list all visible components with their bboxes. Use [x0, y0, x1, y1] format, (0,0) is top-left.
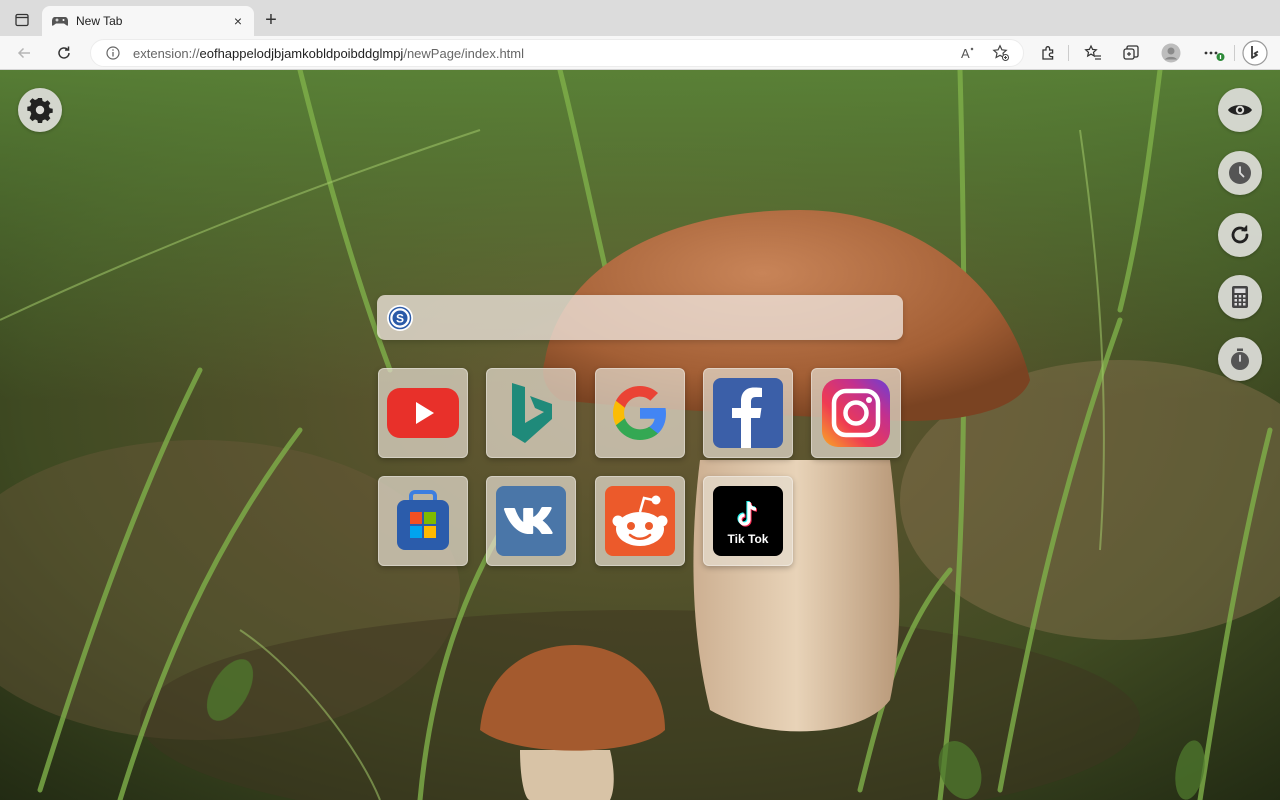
svg-text:A: A: [961, 46, 970, 61]
more-options-icon[interactable]: [1202, 41, 1226, 65]
gamepad-icon: [52, 13, 68, 29]
tab-title: New Tab: [76, 14, 123, 28]
extensions-icon[interactable]: [1036, 41, 1060, 65]
tiktok-icon: Tik Tok: [713, 486, 783, 556]
search-engine-icon[interactable]: S: [387, 304, 413, 331]
reload-icon: [58, 46, 70, 59]
favorites-icon[interactable]: [1081, 41, 1105, 65]
info-icon[interactable]: [105, 45, 121, 61]
shortcut-bing[interactable]: [486, 368, 576, 458]
new-tab-button[interactable]: +: [260, 9, 282, 31]
shortcut-vk[interactable]: [486, 476, 576, 566]
instagram-icon: [822, 379, 890, 447]
bing-icon: [512, 383, 552, 443]
tab-strip: New Tab × +: [0, 0, 1280, 36]
google-icon: [613, 386, 666, 440]
url-text[interactable]: extension://eofhappelodjbjamkobldpoibddg…: [133, 46, 949, 61]
url-path: /newPage/index.html: [403, 45, 525, 61]
favorite-star-icon[interactable]: [989, 41, 1013, 65]
refresh-icon: [1231, 225, 1249, 244]
reload-button[interactable]: [50, 39, 78, 67]
timer-icon: [1231, 348, 1249, 370]
new-tab-page: S Tik Tok: [0, 70, 1280, 800]
tab-close-button[interactable]: ×: [230, 13, 246, 29]
clock-icon: [1229, 162, 1251, 184]
toolbar-separator: [1068, 45, 1069, 61]
gear-icon: [27, 98, 53, 123]
tab-new-tab[interactable]: New Tab ×: [42, 6, 254, 36]
facebook-icon: [713, 378, 783, 448]
hide-ui-button[interactable]: [1218, 88, 1262, 132]
url-host: eofhappelodjbjamkobldpoibddglmpj: [199, 45, 404, 61]
tiktok-label: Tik Tok: [727, 532, 769, 546]
calculator-button[interactable]: [1218, 275, 1262, 319]
shortcut-microsoft-store[interactable]: [378, 476, 468, 566]
search-input[interactable]: [413, 295, 903, 340]
clock-button[interactable]: [1218, 151, 1262, 195]
url-prefix: extension://: [133, 45, 200, 61]
calculator-icon: [1232, 286, 1248, 308]
collections-icon[interactable]: [1119, 41, 1143, 65]
back-button[interactable]: [10, 39, 38, 67]
bing-copilot-icon[interactable]: [1241, 39, 1269, 67]
microsoft-store-icon: [397, 490, 449, 550]
refresh-background-button[interactable]: [1218, 213, 1262, 257]
timer-button[interactable]: [1218, 337, 1262, 381]
tab-actions-icon: [15, 13, 29, 27]
read-aloud-icon[interactable]: A: [957, 41, 981, 65]
search-bar: S: [377, 295, 903, 340]
settings-button[interactable]: [18, 88, 62, 132]
shortcut-google[interactable]: [595, 368, 685, 458]
reddit-icon: [605, 486, 675, 556]
shortcut-reddit[interactable]: [595, 476, 685, 566]
address-bar[interactable]: extension://eofhappelodjbjamkobldpoibddg…: [90, 39, 1024, 67]
toolbar-separator: [1234, 45, 1235, 61]
shortcut-facebook[interactable]: [703, 368, 793, 458]
shortcut-youtube[interactable]: [378, 368, 468, 458]
shortcut-tiktok[interactable]: Tik Tok: [703, 476, 793, 566]
eye-icon: [1228, 105, 1252, 115]
search-engine-letter: S: [396, 311, 404, 325]
tab-actions-button[interactable]: [8, 7, 36, 33]
shortcut-instagram[interactable]: [811, 368, 901, 458]
profile-avatar[interactable]: [1159, 41, 1183, 65]
navigation-toolbar: extension://eofhappelodjbjamkobldpoibddg…: [0, 36, 1280, 70]
vk-icon: [496, 486, 566, 556]
youtube-icon: [387, 388, 459, 438]
back-arrow-icon: [17, 47, 30, 59]
